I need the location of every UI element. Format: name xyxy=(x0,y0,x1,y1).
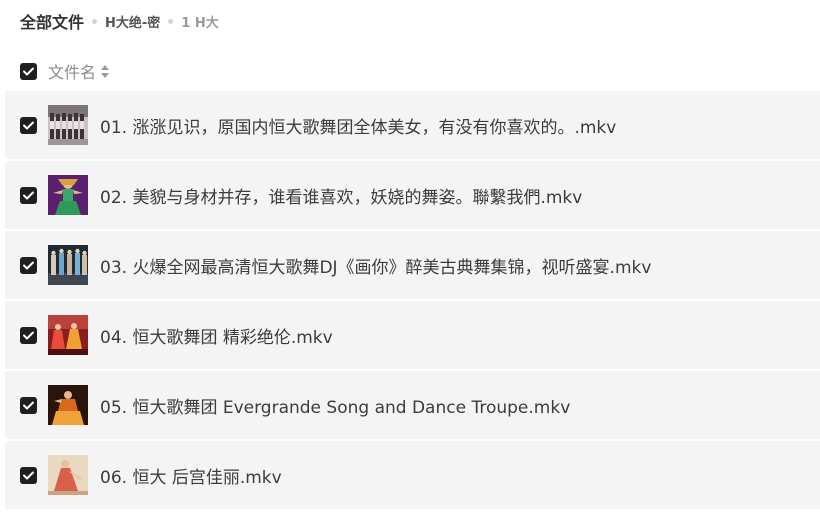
video-thumbnail[interactable] xyxy=(48,175,88,215)
file-row[interactable]: 06. 恒大 后宫佳丽.mkv xyxy=(5,441,820,509)
video-thumbnail[interactable] xyxy=(48,315,88,355)
file-list: 01. 涨涨见识，原国内恒大歌舞团全体美女，有没有你喜欢的。.mkv 02. 美… xyxy=(5,91,820,511)
file-name[interactable]: 05. 恒大歌舞团 Evergrande Song and Dance Trou… xyxy=(100,393,570,418)
breadcrumb-separator-dot xyxy=(92,18,98,24)
file-name[interactable]: 03. 火爆全网最高清恒大歌舞DJ《画你》醉美古典舞集锦，视听盛宴.mkv xyxy=(100,253,651,278)
row-checkbox[interactable] xyxy=(20,256,37,274)
column-header-filename[interactable]: 文件名 xyxy=(48,59,96,83)
list-header: 文件名 xyxy=(20,59,110,83)
file-row[interactable]: 05. 恒大歌舞团 Evergrande Song and Dance Trou… xyxy=(5,371,820,439)
video-thumbnail[interactable] xyxy=(48,105,88,145)
file-row[interactable]: 04. 恒大歌舞团 精彩绝伦.mkv xyxy=(5,301,820,369)
row-checkbox[interactable] xyxy=(20,186,37,204)
file-name[interactable]: 06. 恒大 后宫佳丽.mkv xyxy=(100,463,282,488)
checkmark-icon xyxy=(23,121,34,129)
row-checkbox[interactable] xyxy=(20,396,37,414)
row-checkbox[interactable] xyxy=(20,466,37,484)
checkmark-icon xyxy=(23,471,34,479)
video-thumbnail[interactable] xyxy=(48,245,88,285)
row-checkbox[interactable] xyxy=(20,116,37,134)
row-checkbox[interactable] xyxy=(20,326,37,344)
select-all-checkbox[interactable] xyxy=(20,62,37,80)
video-thumbnail[interactable] xyxy=(48,455,88,495)
file-browser: 全部文件 H大绝-密 1 H大 文件名 01. 涨涨见识，原国内恒大歌舞团全体美… xyxy=(0,0,820,516)
file-name[interactable]: 02. 美貌与身材并存，谁看谁喜欢，妖娆的舞姿。聯繫我們.mkv xyxy=(100,183,582,208)
breadcrumb-current: 1 H大 xyxy=(181,15,219,31)
file-row[interactable]: 03. 火爆全网最高清恒大歌舞DJ《画你》醉美古典舞集锦，视听盛宴.mkv xyxy=(5,231,820,299)
file-row[interactable]: 02. 美貌与身材并存，谁看谁喜欢，妖娆的舞姿。聯繫我們.mkv xyxy=(5,161,820,229)
file-name[interactable]: 01. 涨涨见识，原国内恒大歌舞团全体美女，有没有你喜欢的。.mkv xyxy=(100,113,616,138)
checkmark-icon xyxy=(23,67,34,75)
breadcrumb-separator-dot xyxy=(168,18,174,24)
sort-updown-icon[interactable] xyxy=(101,64,110,78)
breadcrumb-folder[interactable]: H大绝-密 xyxy=(105,12,160,31)
file-row[interactable]: 01. 涨涨见识，原国内恒大歌舞团全体美女，有没有你喜欢的。.mkv xyxy=(5,91,820,159)
checkmark-icon xyxy=(23,401,34,409)
checkmark-icon xyxy=(23,331,34,339)
breadcrumb: 全部文件 H大绝-密 1 H大 xyxy=(20,9,219,33)
checkmark-icon xyxy=(23,261,34,269)
breadcrumb-root[interactable]: 全部文件 xyxy=(20,9,84,33)
video-thumbnail[interactable] xyxy=(48,385,88,425)
file-name[interactable]: 04. 恒大歌舞团 精彩绝伦.mkv xyxy=(100,323,333,348)
checkmark-icon xyxy=(23,191,34,199)
